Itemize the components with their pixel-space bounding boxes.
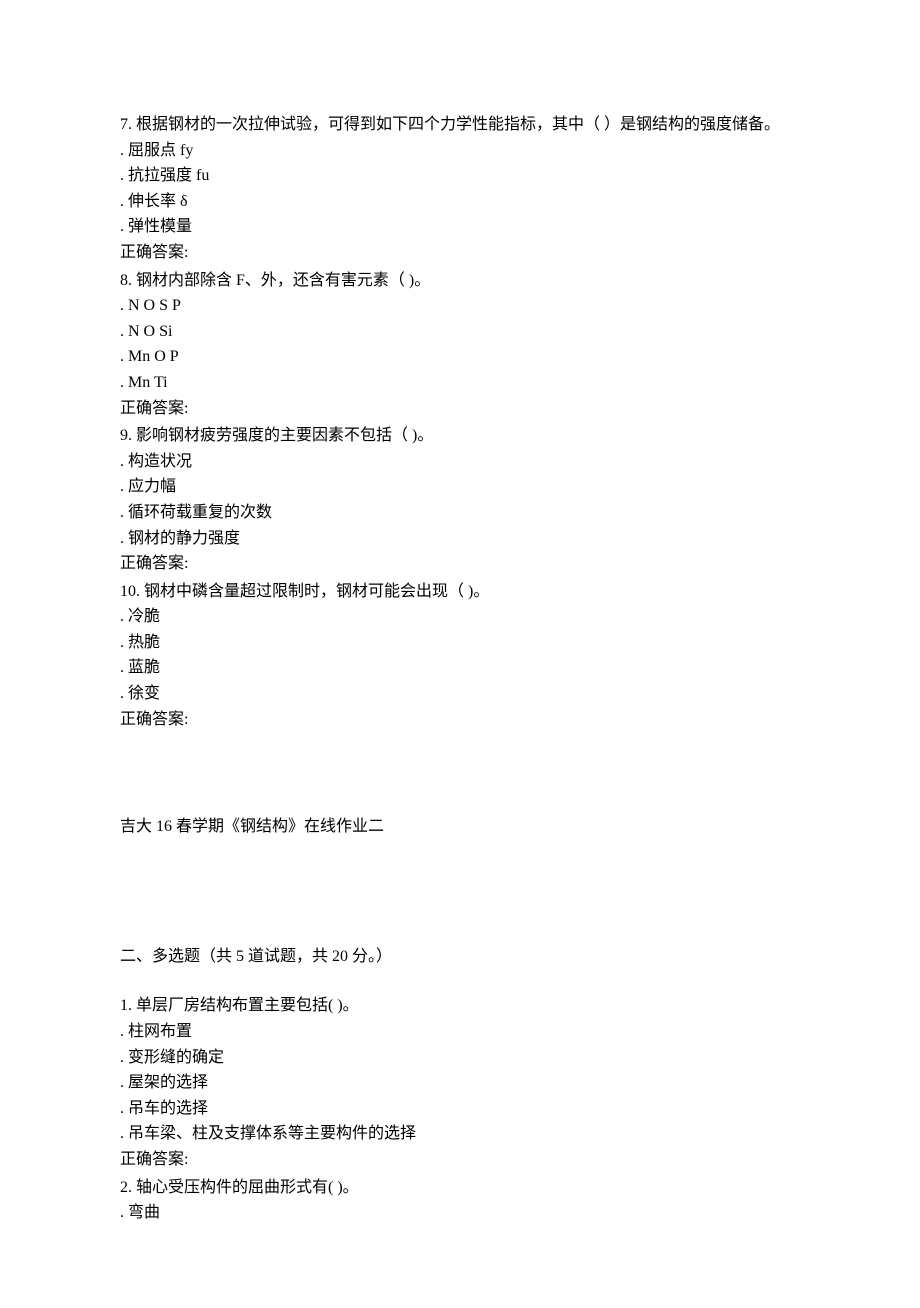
question-text: 9. 影响钢材疲劳强度的主要因素不包括（ )。 [120, 423, 800, 449]
question-stem: 轴心受压构件的屈曲形式有( )。 [136, 1179, 359, 1196]
question-stem: 钢材中磷含量超过限制时，钢材可能会出现（ )。 [144, 583, 489, 600]
option: . N O S P [120, 293, 800, 319]
answer-label: 正确答案: [120, 551, 800, 577]
question-number: 1. [120, 997, 132, 1014]
question-7: 7. 根据钢材的一次拉伸试验，可得到如下四个力学性能指标，其中（ ）是钢结构的强… [120, 112, 800, 266]
option: . 屋架的选择 [120, 1070, 800, 1096]
option: . 弹性模量 [120, 214, 800, 240]
option: . 抗拉强度 fu [120, 163, 800, 189]
question-number: 2. [120, 1179, 132, 1196]
option: . Mn O P [120, 344, 800, 370]
spacer [120, 920, 800, 944]
option: . Mn Ti [120, 370, 800, 396]
question-stem: 单层厂房结构布置主要包括( )。 [136, 997, 359, 1014]
answer-label: 正确答案: [120, 396, 800, 422]
question-number: 10. [120, 583, 140, 600]
option: . 吊车的选择 [120, 1096, 800, 1122]
question-10: 10. 钢材中磷含量超过限制时，钢材可能会出现（ )。 . 冷脆 . 热脆 . … [120, 579, 800, 733]
option: . 柱网布置 [120, 1019, 800, 1045]
option: . 蓝脆 [120, 655, 800, 681]
question-stem: 根据钢材的一次拉伸试验，可得到如下四个力学性能指标，其中（ ）是钢结构的强度储备… [136, 116, 780, 133]
question-9: 9. 影响钢材疲劳强度的主要因素不包括（ )。 . 构造状况 . 应力幅 . 循… [120, 423, 800, 577]
question-text: 1. 单层厂房结构布置主要包括( )。 [120, 993, 800, 1019]
option: . 变形缝的确定 [120, 1045, 800, 1071]
option: . 钢材的静力强度 [120, 526, 800, 552]
spacer [120, 840, 800, 920]
answer-label: 正确答案: [120, 1147, 800, 1173]
course-title: 吉大 16 春学期《钢结构》在线作业二 [120, 814, 800, 840]
document-page: 7. 根据钢材的一次拉伸试验，可得到如下四个力学性能指标，其中（ ）是钢结构的强… [0, 0, 920, 1308]
question-text: 7. 根据钢材的一次拉伸试验，可得到如下四个力学性能指标，其中（ ）是钢结构的强… [120, 112, 800, 138]
option: . 热脆 [120, 630, 800, 656]
question-2: 2. 轴心受压构件的屈曲形式有( )。 . 弯曲 [120, 1175, 800, 1226]
question-8: 8. 钢材内部除含 F、外，还含有害元素（ )。 . N O S P . N O… [120, 268, 800, 422]
option: . N O Si [120, 319, 800, 345]
option: . 屈服点 fy [120, 138, 800, 164]
question-text: 2. 轴心受压构件的屈曲形式有( )。 [120, 1175, 800, 1201]
question-stem: 影响钢材疲劳强度的主要因素不包括（ )。 [136, 427, 433, 444]
question-1: 1. 单层厂房结构布置主要包括( )。 . 柱网布置 . 变形缝的确定 . 屋架… [120, 993, 800, 1172]
option: . 循环荷载重复的次数 [120, 500, 800, 526]
question-text: 10. 钢材中磷含量超过限制时，钢材可能会出现（ )。 [120, 579, 800, 605]
spacer [120, 734, 800, 814]
question-stem: 钢材内部除含 F、外，还含有害元素（ )。 [136, 272, 430, 289]
section2-questions: 1. 单层厂房结构布置主要包括( )。 . 柱网布置 . 变形缝的确定 . 屋架… [120, 993, 800, 1225]
spacer [120, 969, 800, 993]
option: . 冷脆 [120, 604, 800, 630]
question-number: 7. [120, 116, 132, 133]
option: . 徐变 [120, 681, 800, 707]
section2-header: 二、多选题（共 5 道试题，共 20 分。） [120, 944, 800, 970]
option: . 应力幅 [120, 474, 800, 500]
question-number: 8. [120, 272, 132, 289]
answer-label: 正确答案: [120, 240, 800, 266]
section1-questions: 7. 根据钢材的一次拉伸试验，可得到如下四个力学性能指标，其中（ ）是钢结构的强… [120, 112, 800, 732]
question-text: 8. 钢材内部除含 F、外，还含有害元素（ )。 [120, 268, 800, 294]
option: . 伸长率 δ [120, 189, 800, 215]
option: . 吊车梁、柱及支撑体系等主要构件的选择 [120, 1121, 800, 1147]
option: . 构造状况 [120, 449, 800, 475]
option: . 弯曲 [120, 1200, 800, 1226]
question-number: 9. [120, 427, 132, 444]
answer-label: 正确答案: [120, 707, 800, 733]
